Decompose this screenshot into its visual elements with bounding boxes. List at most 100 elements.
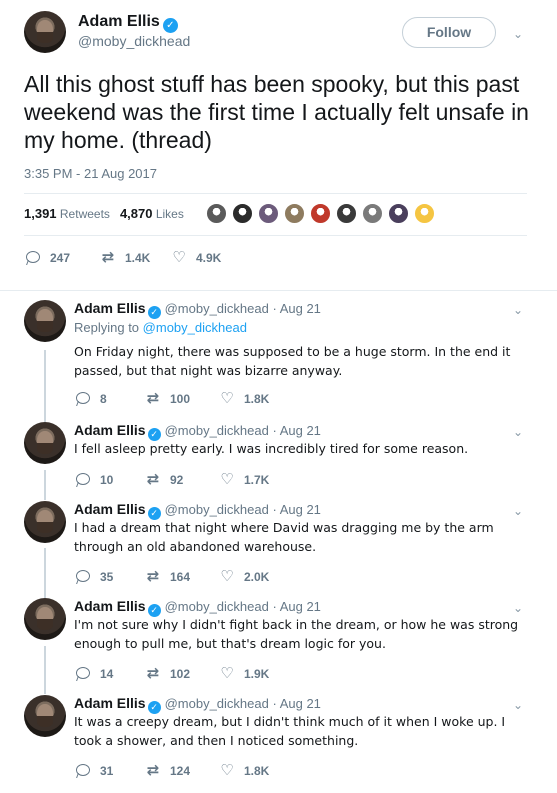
tweet-date[interactable]: Aug 21 — [280, 301, 321, 316]
chevron-down-icon[interactable]: ⌄ — [513, 304, 523, 316]
replying-to-handle[interactable]: @moby_dickhead — [143, 320, 247, 335]
chevron-down-icon[interactable]: ⌄ — [513, 505, 523, 517]
reply-action[interactable]: 35 — [74, 569, 113, 585]
author-handle[interactable]: @moby_dickhead — [165, 502, 269, 517]
tweet-text: I fell asleep pretty early. I was incred… — [74, 441, 469, 456]
author-handle[interactable]: @moby_dickhead — [78, 33, 190, 49]
author-handle[interactable]: @moby_dickhead — [165, 423, 269, 438]
avatar[interactable] — [24, 501, 66, 543]
like-action[interactable]: ♡ 4.9K — [170, 250, 221, 266]
chevron-down-icon[interactable]: ⌄ — [513, 602, 523, 614]
reply-icon[interactable] — [74, 666, 92, 682]
like-icon[interactable]: ♡ — [170, 250, 188, 266]
retweets-label[interactable]: Retweets — [60, 207, 110, 221]
author-name[interactable]: Adam Ellis — [74, 300, 146, 316]
avatar[interactable] — [24, 598, 66, 640]
retweet-action[interactable]: ⇄ 100 — [144, 391, 190, 407]
reply-action[interactable]: 247 — [24, 250, 70, 266]
author-name[interactable]: Adam Ellis — [74, 501, 146, 517]
retweet-action[interactable]: ⇄ 124 — [144, 763, 190, 779]
tweet-text: I had a dream that night where David was… — [74, 520, 494, 554]
like-count: 4.9K — [196, 251, 222, 265]
reply-icon[interactable] — [74, 763, 92, 779]
reply-count: 14 — [100, 667, 114, 681]
like-icon[interactable]: ♡ — [218, 763, 236, 779]
author-name[interactable]: Adam Ellis — [74, 598, 146, 614]
reply-icon[interactable] — [74, 569, 92, 585]
liker-avatar[interactable] — [335, 202, 358, 225]
reply-count: 247 — [50, 251, 71, 265]
retweet-action[interactable]: ⇄ 102 — [144, 666, 190, 682]
reply-count: 35 — [100, 570, 114, 584]
reply-icon[interactable] — [74, 472, 92, 488]
retweet-icon[interactable]: ⇄ — [144, 763, 162, 779]
retweet-action[interactable]: ⇄ 1.4K — [99, 250, 151, 266]
tweet-date[interactable]: Aug 21 — [280, 599, 321, 614]
liker-avatar[interactable] — [361, 202, 384, 225]
avatar[interactable] — [24, 11, 66, 53]
tweet-date[interactable]: Aug 21 — [280, 696, 321, 711]
tweet-text: On Friday night, there was supposed to b… — [74, 344, 511, 378]
tweet-text: It was a creepy dream, but I didn't thin… — [74, 714, 506, 748]
chevron-down-icon[interactable]: ⌄ — [513, 426, 523, 438]
reply-action[interactable]: 8 — [74, 391, 107, 407]
reply-count: 31 — [100, 764, 114, 778]
chevron-down-icon[interactable]: ⌄ — [513, 28, 523, 40]
retweets-count[interactable]: 1,391 — [24, 206, 57, 221]
liker-avatar[interactable] — [283, 202, 306, 225]
like-icon[interactable]: ♡ — [218, 569, 236, 585]
retweets-stat[interactable]: 1,391 Retweets — [24, 206, 110, 221]
like-icon[interactable]: ♡ — [218, 391, 236, 407]
like-action[interactable]: ♡ 1.7K — [218, 472, 269, 488]
liker-avatar[interactable] — [231, 202, 254, 225]
like-action[interactable]: ♡ 1.8K — [218, 763, 269, 779]
avatar[interactable] — [24, 695, 66, 737]
likes-count[interactable]: 4,870 — [120, 206, 153, 221]
liker-avatar[interactable] — [387, 202, 410, 225]
author-handle[interactable]: @moby_dickhead — [165, 696, 269, 711]
retweet-icon[interactable]: ⇄ — [99, 250, 117, 266]
tweet-date[interactable]: Aug 21 — [280, 502, 321, 517]
reply-action[interactable]: 31 — [74, 763, 113, 779]
like-action[interactable]: ♡ 2.0K — [218, 569, 269, 585]
reply-count: 10 — [100, 473, 114, 487]
liker-avatar[interactable] — [257, 202, 280, 225]
retweet-count: 124 — [170, 764, 191, 778]
retweet-icon[interactable]: ⇄ — [144, 569, 162, 585]
retweet-icon[interactable]: ⇄ — [144, 391, 162, 407]
engagement-stats: 1,391 Retweets 4,870 Likes — [24, 206, 184, 221]
liker-avatar[interactable] — [413, 202, 436, 225]
reply-icon[interactable] — [24, 250, 42, 266]
author-handle[interactable]: @moby_dickhead — [165, 301, 269, 316]
retweet-icon[interactable]: ⇄ — [144, 472, 162, 488]
like-action[interactable]: ♡ 1.8K — [218, 391, 269, 407]
liker-avatar[interactable] — [309, 202, 332, 225]
avatar[interactable] — [24, 422, 66, 464]
like-action[interactable]: ♡ 1.9K — [218, 666, 269, 682]
tweet-date[interactable]: Aug 21 — [280, 423, 321, 438]
retweet-action[interactable]: ⇄ 92 — [144, 472, 184, 488]
reply-action[interactable]: 14 — [74, 666, 113, 682]
likes-label[interactable]: Likes — [156, 207, 184, 221]
retweet-action[interactable]: ⇄ 164 — [144, 569, 190, 585]
reply-action[interactable]: 10 — [74, 472, 113, 488]
tweet-timestamp[interactable]: 3:35 PM - 21 Aug 2017 — [24, 166, 157, 181]
like-count: 2.0K — [244, 570, 270, 584]
avatar[interactable] — [24, 300, 66, 342]
author-handle[interactable]: @moby_dickhead — [165, 599, 269, 614]
retweet-icon[interactable]: ⇄ — [144, 666, 162, 682]
likes-stat[interactable]: 4,870 Likes — [120, 206, 184, 221]
reply-icon[interactable] — [74, 391, 92, 407]
author-name[interactable]: Adam Ellis — [74, 695, 146, 711]
tweet-text: I'm not sure why I didn't fight back in … — [74, 617, 519, 651]
chevron-down-icon[interactable]: ⌄ — [513, 699, 523, 711]
author-name-text[interactable]: Adam Ellis — [78, 13, 160, 30]
author-name[interactable]: Adam Ellis — [74, 422, 146, 438]
liker-avatar[interactable] — [205, 202, 228, 225]
follow-button[interactable]: Follow — [402, 17, 496, 48]
author-name[interactable]: Adam Ellis ✓ — [78, 13, 178, 33]
thread-connector — [44, 646, 46, 694]
like-icon[interactable]: ♡ — [218, 666, 236, 682]
verified-icon: ✓ — [147, 306, 161, 319]
like-icon[interactable]: ♡ — [218, 472, 236, 488]
